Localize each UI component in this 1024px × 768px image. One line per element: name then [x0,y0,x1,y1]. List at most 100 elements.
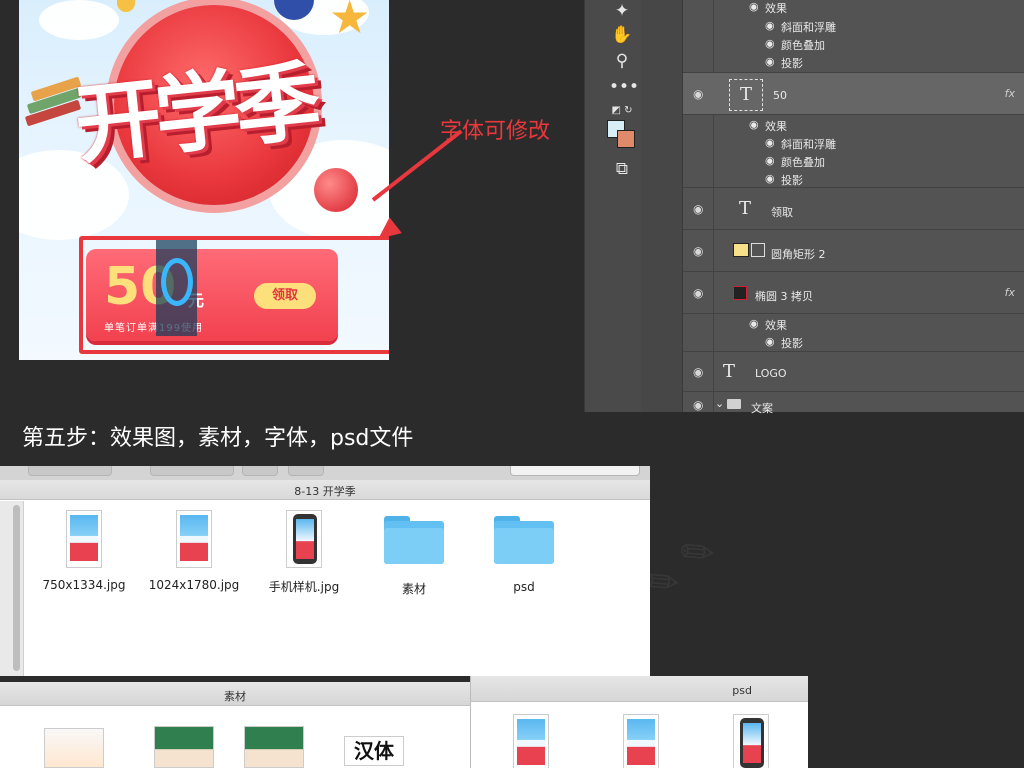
eye-icon[interactable]: ◉ [765,154,775,167]
phone-mockup-thumbnail[interactable] [733,714,769,768]
eye-icon[interactable]: ◉ [693,244,703,258]
vector-mask-icon [751,243,765,257]
text-layer-icon: T [723,361,736,382]
folder-name: 素材 [401,582,426,596]
eye-icon[interactable]: ◉ [765,136,775,149]
eye-icon[interactable]: ◉ [693,202,703,216]
file-name: 手机样机.jpg [268,580,340,594]
window-toolbar [0,466,650,480]
layer-name: 文案 [751,402,773,415]
image-thumbnail[interactable] [154,726,214,768]
effects-label: 效果 [765,319,787,332]
text-layer-icon: T [729,79,763,111]
search-field[interactable] [510,466,640,476]
image-thumbnail [66,510,102,568]
layer-name: 领取 [771,206,793,219]
image-thumbnail [176,510,212,568]
eye-icon[interactable]: ◉ [693,286,703,300]
image-thumbnail[interactable] [623,714,659,768]
effect-bevel: 斜面和浮雕 [781,21,836,34]
chevron-down-icon[interactable]: ⌄ [715,397,724,410]
image-thumbnail[interactable] [244,726,304,768]
folder-item[interactable]: psd [474,516,574,594]
scrollbar[interactable] [13,505,20,671]
effects-label: 效果 [765,120,787,133]
folder-icon [727,399,741,409]
effect-drop-shadow: 投影 [781,174,803,187]
text-layer-icon: T [739,198,752,219]
fx-icon[interactable]: fx [1005,286,1015,299]
eye-icon[interactable]: ◉ [693,87,703,101]
finder-window-psd: psd [470,676,808,768]
file-item[interactable]: 手机样机.jpg [254,510,354,595]
layer-row-claim[interactable]: ◉ T 领取 [683,188,1024,230]
eye-icon[interactable]: ◉ [749,317,759,330]
folder-name: psd [513,580,535,594]
eye-icon[interactable]: ◉ [749,118,759,131]
effects-label: 效果 [765,2,787,15]
toolbar-button[interactable] [150,466,234,476]
red-ball-decoration [314,168,358,212]
eye-icon[interactable]: ◉ [749,0,759,13]
file-item[interactable]: 1024x1780.jpg [144,510,244,592]
sidebar [0,501,24,676]
layer-row-effects[interactable]: ◉ 效果 ◉ 斜面和浮雕 ◉ 颜色叠加 ◉ 投影 [683,0,1024,73]
shape-thumbnail [733,243,749,257]
toolbar-button[interactable] [242,466,278,476]
window-title: 素材 [224,690,246,703]
layer-group-copy[interactable]: ◉ ⌄ 文案 [683,392,1024,415]
photoshop-panel: ✦ ✋ ⚲ ••• ◩ ↻ ⧉ ◉ 效果 ◉ 斜面和浮雕 ◉ 颜色叠加 ◉ 投影 [584,0,1024,415]
screen-mode-icon[interactable]: ⧉ [609,158,635,180]
layer-name: LOGO [755,367,787,380]
image-thumbnail[interactable] [513,714,549,768]
layer-row-rounded-rect[interactable]: ◉ 圆角矩形 2 [683,230,1024,272]
eye-icon[interactable]: ◉ [765,335,775,348]
folder-icon [384,516,444,564]
toolbar-button[interactable] [28,466,112,476]
effect-drop-shadow: 投影 [781,57,803,70]
toolbar-button[interactable] [288,466,324,476]
screenshot: ✎ ✎ ✎ ✎ ✎ ✎ ★ 开学季 50 元 单笔订单满199使用 领取 字体可… [0,0,1024,768]
hand-tool-icon[interactable]: ✋ [609,24,635,46]
cloud-decoration [39,0,119,40]
finder-window-main: 8-13 开学季 750x1334.jpg 1024x1780.jpg 手机样机… [0,466,650,676]
panel-dock [641,0,683,412]
layer-effects-ellipse: ◉ 效果 ◉ 投影 [683,314,1024,352]
folder-icon [494,516,554,564]
image-thumbnail[interactable] [44,728,104,768]
more-tools-icon[interactable]: ••• [609,76,639,98]
window-title: psd [732,684,752,697]
zoom-tool-icon[interactable]: ⚲ [609,50,635,72]
fx-icon[interactable]: fx [1005,87,1015,100]
folder-item[interactable]: 素材 [364,516,464,597]
effect-drop-shadow: 投影 [781,337,803,350]
effect-color-overlay: 颜色叠加 [781,39,825,52]
background-color-swatch[interactable] [617,130,635,148]
layer-name: 椭圆 3 拷贝 [755,290,813,303]
layer-row-50[interactable]: ◉ T 50 fx [683,73,1024,115]
effect-bevel: 斜面和浮雕 [781,138,836,151]
window-title: 8-13 开学季 [294,485,356,498]
highlight-box [79,236,389,354]
layers-list: ◉ 效果 ◉ 斜面和浮雕 ◉ 颜色叠加 ◉ 投影 ◉ T 50 fx ◉ 效果 … [683,0,1024,415]
eye-icon[interactable]: ◉ [693,365,703,379]
eye-icon[interactable]: ◉ [765,19,775,32]
font-file-thumbnail[interactable]: 汉体 [344,736,404,766]
pin-tool-icon[interactable]: ✦ [609,0,635,22]
yellow-ball-decoration [117,0,135,12]
layer-name: 圆角矩形 2 [771,248,826,261]
step-caption: 第五步：效果图，素材，字体，psd文件 [22,426,414,451]
eye-icon[interactable]: ◉ [765,37,775,50]
eye-icon[interactable]: ◉ [693,398,703,412]
layer-effects-50: ◉ 效果 ◉ 斜面和浮雕 ◉ 颜色叠加 ◉ 投影 [683,115,1024,188]
swap-colors-icon[interactable]: ◩ ↻ [609,100,635,122]
eye-icon[interactable]: ◉ [765,172,775,185]
layer-row-ellipse-copy[interactable]: ◉ 椭圆 3 拷贝 fx [683,272,1024,314]
finder-window-assets: 素材 汉体 [0,682,470,768]
layer-row-logo[interactable]: ◉ T LOGO [683,352,1024,392]
file-item[interactable]: 750x1334.jpg [34,510,134,592]
shape-thumbnail [733,286,747,300]
effect-color-overlay: 颜色叠加 [781,156,825,169]
eye-icon[interactable]: ◉ [765,55,775,68]
annotation-note: 字体可修改 [440,119,551,144]
